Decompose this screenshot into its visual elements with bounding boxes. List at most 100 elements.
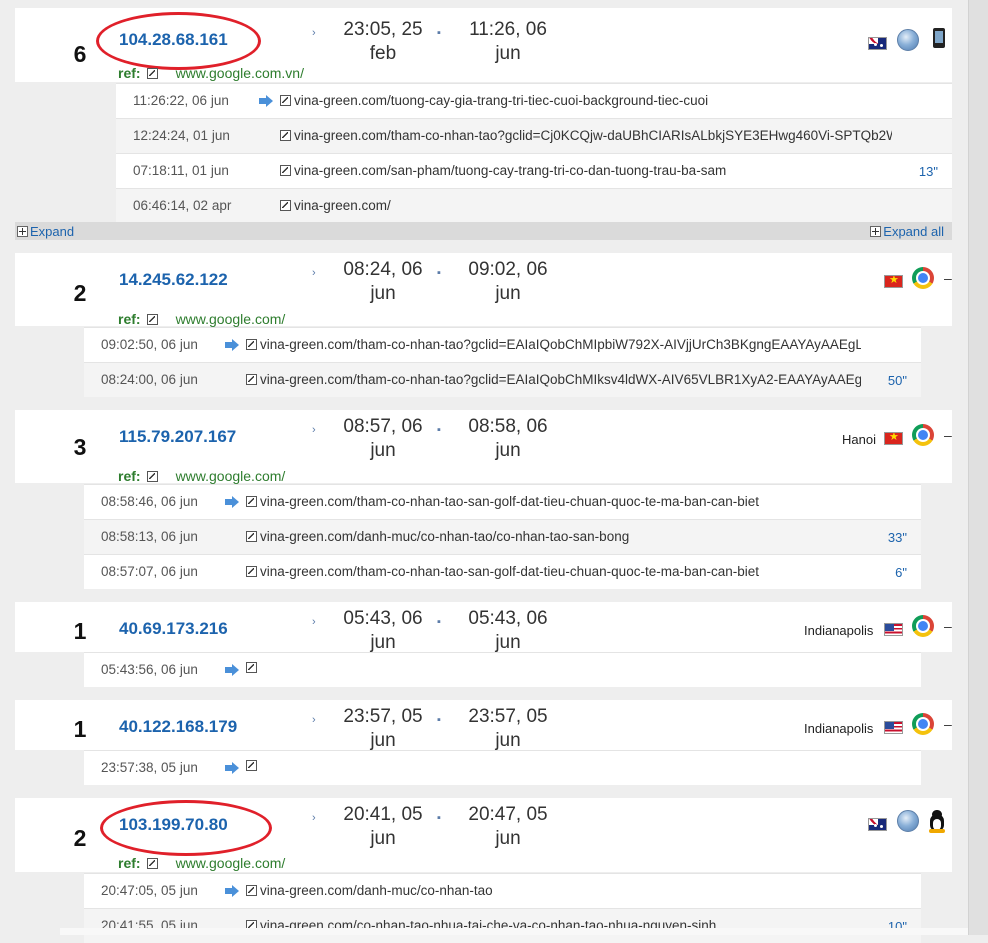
- pageview-time: 07:18:11, 01 jun: [133, 163, 229, 178]
- external-link-icon[interactable]: [246, 339, 257, 350]
- pageview-url: vina-green.com/tham-co-nhan-tao-san-golf…: [260, 494, 759, 509]
- referrer-link[interactable]: www.google.com.vn/: [176, 65, 304, 81]
- pageview-link[interactable]: [246, 662, 861, 673]
- country-flag-icon: [868, 818, 887, 831]
- pageview-link[interactable]: vina-green.com/tham-co-nhan-tao?gclid=EA…: [246, 372, 861, 387]
- pageview-row: 05:43:56, 06 jun: [84, 652, 921, 687]
- pageview-link[interactable]: vina-green.com/tham-co-nhan-tao-san-golf…: [246, 494, 861, 509]
- first-time-marker-icon: ›: [312, 267, 316, 279]
- external-link-icon[interactable]: [280, 95, 291, 106]
- last-visit-time: ▪ 05:43, 06 jun: [437, 607, 573, 655]
- referrer-label: ref:: [118, 311, 141, 327]
- pageview-url: vina-green.com/tham-co-nhan-tao?gclid=Cj…: [294, 128, 892, 143]
- referrer: ref: www.google.com/: [118, 855, 285, 871]
- external-link-icon[interactable]: [246, 885, 257, 896]
- external-link-icon[interactable]: [246, 531, 257, 542]
- referrer-label: ref:: [118, 855, 141, 871]
- pageview-time: 09:02:50, 06 jun: [101, 337, 198, 352]
- external-link-icon[interactable]: [246, 662, 257, 673]
- visitor-location: Hanoi: [842, 432, 876, 447]
- country-flag-icon: [884, 275, 903, 288]
- pageview-link[interactable]: vina-green.com/tham-co-nhan-tao-san-golf…: [246, 564, 861, 579]
- row-dash: –: [944, 270, 952, 286]
- first-time-marker-icon: ›: [312, 714, 316, 726]
- pageview-link[interactable]: [246, 760, 861, 771]
- external-link-icon[interactable]: [146, 470, 158, 482]
- pageview-url: vina-green.com/tuong-cay-gia-trang-tri-t…: [294, 93, 709, 108]
- visitor-ip-link[interactable]: 14.245.62.122: [119, 270, 228, 290]
- last-visit-time: ▪ 20:47, 05 jun: [437, 803, 573, 851]
- pageview-link[interactable]: vina-green.com/tuong-cay-gia-trang-tri-t…: [280, 93, 892, 108]
- entry-arrow-icon: [225, 885, 240, 897]
- external-link-icon[interactable]: [280, 200, 291, 211]
- mac-safari-icon: [897, 810, 919, 832]
- pageview-link[interactable]: vina-green.com/danh-muc/co-nhan-tao: [246, 883, 861, 898]
- pageview-row: 08:58:13, 06 jun vina-green.com/danh-muc/…: [84, 519, 921, 554]
- visitor-location: Indianapolis: [804, 623, 874, 638]
- pageview-time: 08:57:07, 06 jun: [101, 564, 198, 579]
- last-time-text: 05:43, 06 jun: [468, 608, 548, 653]
- pageview-row: 20:47:05, 05 jun vina-green.com/danh-muc/…: [84, 873, 921, 908]
- pageview-row: 11:26:22, 06 jun vina-green.com/tuong-cay…: [116, 83, 952, 118]
- last-visit-time: ▪ 08:58, 06 jun: [437, 415, 573, 463]
- row-dash: –: [944, 618, 952, 634]
- visitor-ip-link[interactable]: 40.122.168.179: [119, 717, 237, 737]
- referrer-label: ref:: [118, 65, 141, 81]
- external-link-icon[interactable]: [246, 566, 257, 577]
- pageview-link[interactable]: vina-green.com/danh-muc/co-nhan-tao/co-n…: [246, 529, 861, 544]
- visit-pageview-count: 2: [73, 825, 87, 851]
- last-time-marker-icon: ▪: [437, 812, 441, 824]
- first-time-marker-icon: ›: [312, 27, 316, 39]
- referrer-link[interactable]: www.google.com/: [176, 855, 286, 871]
- external-link-icon[interactable]: [246, 496, 257, 507]
- visitor-ip-link[interactable]: 40.69.173.216: [119, 619, 228, 639]
- first-visit-time: › 08:24, 06 jun: [312, 258, 448, 306]
- pageview-duration: 6": [895, 565, 907, 580]
- first-time-text: 20:41, 05 jun: [343, 804, 423, 849]
- entry-arrow-icon: [225, 762, 240, 774]
- last-time-marker-icon: ▪: [437, 616, 441, 628]
- external-link-icon[interactable]: [146, 67, 158, 79]
- external-link-icon[interactable]: [280, 165, 291, 176]
- expand-link[interactable]: Expand: [17, 224, 74, 239]
- pageview-time: 08:24:00, 06 jun: [101, 372, 198, 387]
- last-time-text: 08:58, 06 jun: [468, 416, 548, 461]
- external-link-icon[interactable]: [146, 313, 158, 325]
- last-time-marker-icon: ▪: [437, 714, 441, 726]
- last-visit-time: ▪ 11:26, 06 jun: [437, 18, 573, 66]
- pageview-link[interactable]: vina-green.com/tham-co-nhan-tao?gclid=EA…: [246, 337, 861, 352]
- visit-pageview-count: 3: [73, 434, 87, 460]
- country-flag-icon: [884, 432, 903, 445]
- pageview-link[interactable]: vina-green.com/san-pham/tuong-cay-trang-…: [280, 163, 892, 178]
- entry-arrow-icon: [259, 95, 274, 107]
- pageview-time: 08:58:46, 06 jun: [101, 494, 198, 509]
- pageview-link[interactable]: vina-green.com/: [280, 198, 892, 213]
- visit-header: 2 103.199.70.80 ref: www.google.com/› 20:41,…: [15, 798, 952, 872]
- external-link-icon[interactable]: [146, 857, 158, 869]
- pageview-row: 20:41:55, 05 jun vina-green.com/co-nhan-t…: [84, 908, 921, 943]
- pageview-duration: 33": [887, 530, 907, 545]
- external-link-icon[interactable]: [246, 760, 257, 771]
- expand-all-link[interactable]: Expand all: [870, 224, 944, 239]
- referrer-link[interactable]: www.google.com/: [176, 468, 286, 484]
- last-time-marker-icon: ▪: [437, 27, 441, 39]
- bottom-edge: [60, 928, 968, 935]
- pageview-url: vina-green.com/: [294, 198, 391, 213]
- linux-tux-icon: [928, 810, 946, 833]
- visit-pageview-count: 2: [73, 280, 87, 306]
- first-visit-time: › 23:05, 25 feb: [312, 18, 448, 66]
- last-time-text: 23:57, 05 jun: [468, 706, 548, 751]
- first-time-text: 05:43, 06 jun: [343, 608, 423, 653]
- pageview-link[interactable]: vina-green.com/tham-co-nhan-tao?gclid=Cj…: [280, 128, 892, 143]
- external-link-icon[interactable]: [246, 374, 257, 385]
- visitor-ip-link[interactable]: 115.79.207.167: [119, 427, 236, 447]
- external-link-icon[interactable]: [280, 130, 291, 141]
- pageview-time: 12:24:24, 01 jun: [133, 128, 230, 143]
- page-scrollbar[interactable]: [968, 0, 988, 935]
- row-dash: –: [944, 427, 952, 443]
- referrer-link[interactable]: www.google.com/: [176, 311, 286, 327]
- visit-pageview-count: 1: [73, 618, 87, 644]
- pageview-row: 08:57:07, 06 jun vina-green.com/tham-co-n…: [84, 554, 921, 589]
- chrome-icon: [912, 424, 934, 446]
- visit-pageview-count: 1: [73, 716, 87, 742]
